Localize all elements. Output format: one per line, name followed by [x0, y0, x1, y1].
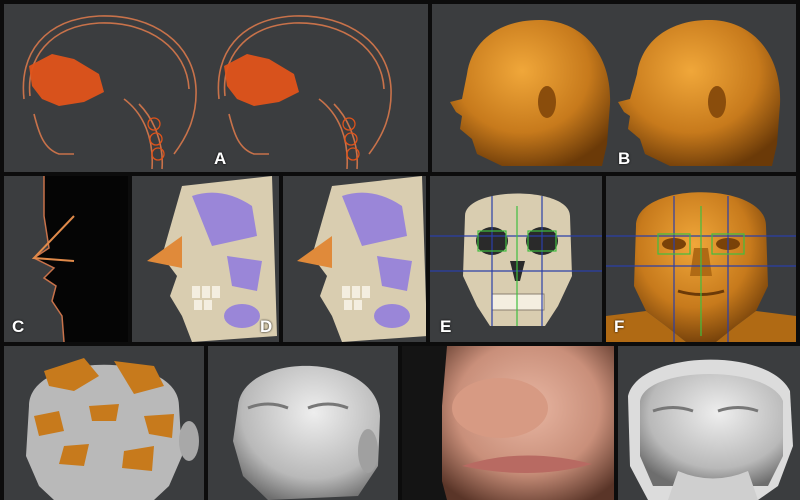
panel-c-profile-silhouette: C [4, 176, 128, 342]
sculpted-head-illustration [233, 365, 380, 500]
panel-label: F [614, 317, 625, 336]
skull-muscle-illustration [147, 176, 426, 342]
panel-f-frontal-face: F [606, 176, 796, 342]
head-hair-illustration [628, 359, 793, 500]
nose-closeup-illustration [402, 346, 614, 500]
panel-b-head-profiles: B [432, 4, 796, 172]
panel-a-skull-outlines: A [4, 4, 428, 172]
panel-label: E [440, 317, 452, 336]
panel-label: A [214, 149, 227, 168]
head-profile-illustration [450, 19, 781, 167]
panel-label: C [12, 317, 25, 336]
panel-e-frontal-skull: E [430, 176, 602, 342]
panel-head-with-hair [618, 346, 800, 500]
panel-head-skin-patches [4, 346, 204, 500]
frontal-face-illustration [606, 192, 796, 342]
panel-sculpted-head [208, 346, 398, 500]
panel-label: B [618, 149, 631, 168]
frontal-skull-illustration [430, 193, 602, 326]
skull-outline-illustration [22, 15, 392, 170]
panel-label: D [260, 317, 273, 336]
panel-nose-closeup [402, 346, 614, 500]
panel-d-skull-muscles: D [132, 176, 426, 342]
head-patches-illustration [26, 358, 199, 500]
